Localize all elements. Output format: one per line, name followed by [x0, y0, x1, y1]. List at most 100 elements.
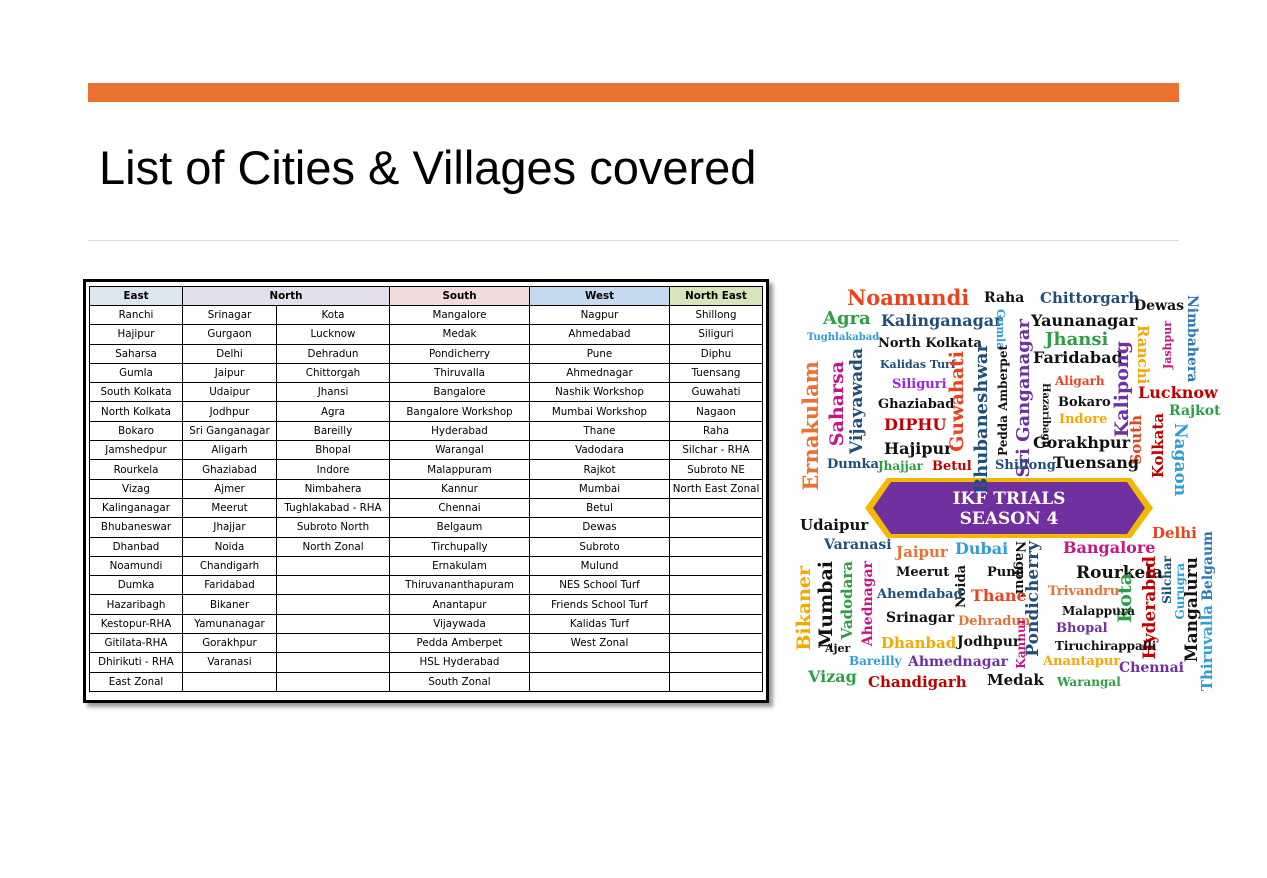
cloud-word: Ahmednagar — [908, 654, 1009, 670]
table-row: Hazaribagh Bikaner Anantapur Friends School… — [89, 594, 763, 615]
table-cell: Nagpur — [529, 304, 670, 326]
cloud-word: Mumbai — [815, 561, 837, 649]
table-cell: Mumbai — [529, 478, 670, 499]
table-cell: Tirchupally — [389, 536, 530, 557]
table-cell: Jodhpur — [182, 401, 277, 422]
table-cell: Nimbahera — [276, 478, 390, 499]
cloud-word: Nagaon — [1170, 423, 1190, 497]
cloud-word: Hazaribagh — [1040, 383, 1051, 448]
cloud-word: Jhansi — [1045, 329, 1109, 350]
header-west: West — [529, 286, 670, 306]
table-cell: Kannur — [389, 478, 530, 499]
table-cell — [669, 633, 763, 654]
table-cell: Tughlakabad - RHA — [276, 497, 390, 519]
table-cell: Betul — [529, 497, 670, 519]
table-row: Kalinganagar Meerut Tughlakabad - RHA Chenn… — [89, 497, 763, 519]
cloud-word: Meerut — [896, 565, 950, 580]
table-row: Bokaro Sri Ganganagar Bareilly Hyderabad Tha… — [89, 420, 763, 442]
table-cell: Kalidas Turf — [529, 613, 670, 635]
table-cell: Warangal — [389, 440, 530, 461]
table-cell: Vadodara — [529, 440, 670, 461]
table-cell: Yamunanagar — [182, 613, 277, 635]
header-north-east: North East — [669, 286, 763, 306]
table-cell: Rourkela — [89, 459, 183, 480]
cloud-word: Pedda Amberpet — [996, 345, 1010, 456]
cloud-word: Bhubaneshwar — [971, 343, 992, 494]
cloud-word: Jashpur — [1161, 321, 1174, 370]
table-cell: Lucknow — [276, 324, 390, 345]
table-cell — [669, 594, 763, 615]
table-cell: Malappuram — [389, 459, 530, 480]
table-row: Bhubaneswar Jhajjar Subroto North Belgaum De… — [89, 517, 763, 538]
cloud-word: Betul — [932, 459, 972, 474]
table-cell: Belgaum — [389, 517, 530, 538]
table-cell: Silchar - RHA — [669, 440, 763, 461]
cloud-word: Raha — [984, 290, 1025, 306]
banner-line-2: SEASON 4 — [959, 509, 1059, 529]
table-row: Rourkela Ghaziabad Indore Malappuram Rajkot S… — [89, 459, 763, 480]
table-cell: Bhopal — [276, 440, 390, 461]
table-cell: Subroto — [529, 536, 670, 557]
table-cell: Hyderabad — [389, 420, 530, 442]
table-cell: Sri Ganganagar — [182, 420, 277, 442]
table-cell: Gorakhpur — [182, 633, 277, 654]
cloud-word: Kolkata — [1149, 413, 1167, 479]
table-cell: Delhi — [182, 343, 277, 364]
table-cell: Gitilata-RHA — [89, 633, 183, 654]
cloud-word: Belgaum — [1200, 531, 1216, 601]
cloud-word: Udaipur — [800, 516, 869, 534]
table-cell: Indore — [276, 459, 390, 480]
table-cell: Bareilly — [276, 420, 390, 442]
table-cell: Dhanbad — [89, 536, 183, 557]
table-row: South Kolkata Udaipur Jhansi Bangalore Nashi… — [89, 382, 763, 403]
table-cell: Vijaywada — [389, 613, 530, 635]
table-row: Hajipur Gurgaon Lucknow Medak Ahmedabad Silig… — [89, 324, 763, 345]
cloud-word: Jhajjar — [878, 459, 923, 473]
table-cell — [529, 652, 670, 673]
cloud-word: Medak — [987, 671, 1044, 689]
table-cell: North Zonal — [276, 536, 390, 557]
table-row: Jamshedpur Aligarh Bhopal Warangal Vadodara S… — [89, 440, 763, 461]
table-cell — [276, 555, 390, 577]
cloud-word: Dubai — [955, 539, 1009, 558]
slide-title: List of Cities & Villages covered — [99, 141, 757, 194]
table-cell: Subroto North — [276, 517, 390, 538]
table-cell: Thiruvananthapuram — [389, 575, 530, 596]
table-cell: Chandigarh — [182, 555, 277, 577]
table-cell: Ghaziabad — [182, 459, 277, 480]
cloud-word: Anantapur — [1043, 654, 1121, 669]
table-cell: Ahmedabad — [529, 324, 670, 345]
cloud-word: Chennai — [1119, 660, 1184, 676]
table-row: Dhirikuti - RHA Varanasi HSL Hyderabad — [89, 652, 763, 673]
cloud-word: Ahednagar — [860, 561, 876, 647]
table-row: Dumka Faridabad Thiruvananthapuram NES Scho… — [89, 575, 763, 596]
cloud-word: Kalidas Turf — [880, 358, 956, 371]
table-row: Gumla Jaipur Chittorgah Thiruvalla Ahmednaga… — [89, 362, 763, 384]
table-cell — [276, 613, 390, 635]
cloud-word: Tughlakabad — [807, 332, 880, 343]
cloud-word: DIPHU — [884, 415, 947, 434]
table-cell: Pune — [529, 343, 670, 364]
cloud-word: Gumla — [994, 309, 1007, 350]
cloud-word: Hajipur — [884, 439, 953, 458]
table-cell: Pondicherry — [389, 343, 530, 364]
table-cell: Guwahati — [669, 382, 763, 403]
cloud-word: Pune — [987, 565, 1024, 580]
accent-bar — [88, 83, 1179, 102]
cloud-word: Malappura — [1062, 604, 1135, 618]
cloud-word: Dhanbad — [881, 634, 957, 652]
cloud-word: Ajer — [825, 642, 851, 655]
table-cell: Siliguri — [669, 324, 763, 345]
table-cell: Chittorgah — [276, 362, 390, 384]
table-row: Saharsa Delhi Dehradun Pondicherry Pune Diphu — [89, 343, 763, 364]
table-cell: Dewas — [529, 517, 670, 538]
table-cell: Kalinganagar — [89, 497, 183, 519]
table-cell: Raha — [669, 420, 763, 442]
cloud-word: Chandigarh — [868, 673, 967, 691]
table-cell: Diphu — [669, 343, 763, 364]
cloud-word: Silchar — [1160, 556, 1174, 604]
table-cell: North Kolkata — [89, 401, 183, 422]
table-row: Gitilata-RHA Gorakhpur Pedda Amberpet West … — [89, 633, 763, 654]
table-row: Kestopur-RHA Yamunanagar Vijaywada Kalidas … — [89, 613, 763, 635]
cloud-word: Thane — [971, 586, 1027, 605]
